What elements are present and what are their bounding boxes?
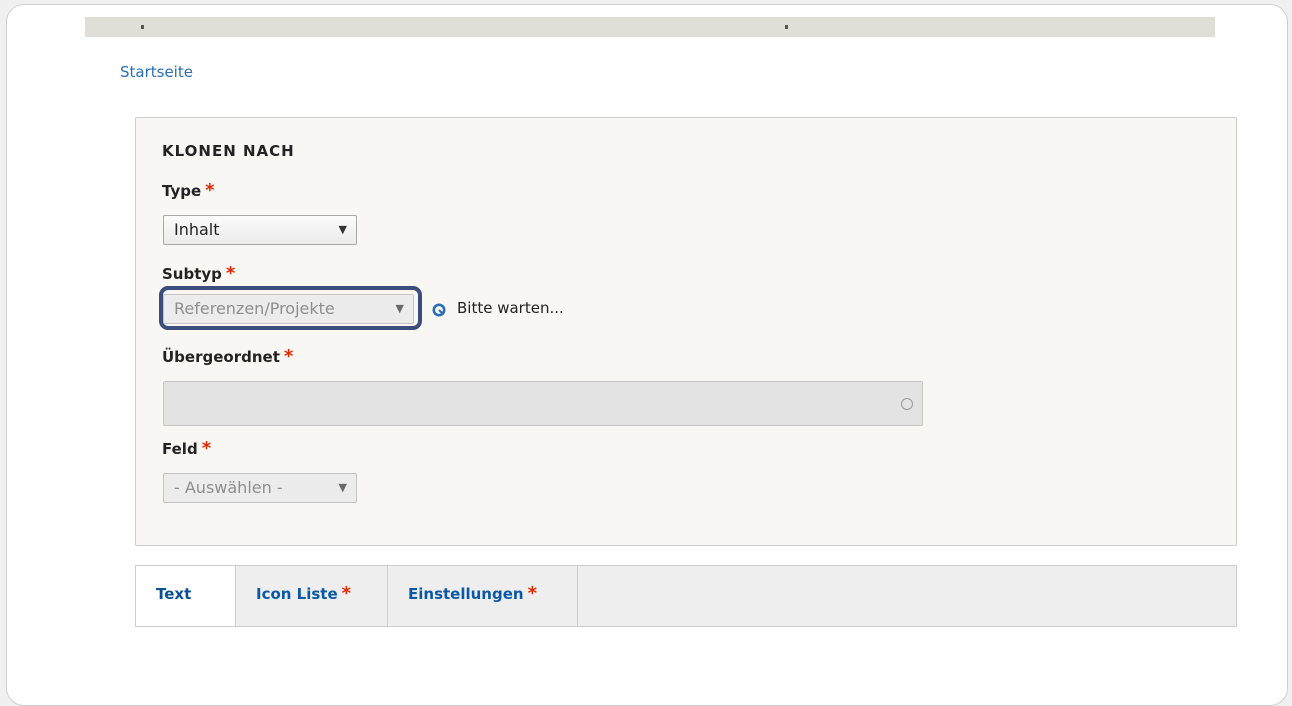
subtype-select[interactable]: Referenzen/Projekte ▼ bbox=[163, 294, 414, 324]
type-label-text: Type bbox=[162, 182, 202, 200]
parent-label: Übergeordnet * bbox=[162, 346, 293, 367]
type-select-value: Inhalt bbox=[174, 220, 220, 239]
field-select-value: - Auswählen - bbox=[174, 478, 283, 497]
subtype-label-text: Subtyp bbox=[162, 265, 222, 283]
required-marker: * bbox=[205, 180, 215, 201]
required-marker: * bbox=[225, 263, 236, 284]
top-banner bbox=[85, 17, 1215, 37]
tab-icon-liste[interactable]: Icon Liste * bbox=[236, 566, 388, 626]
banner-mark bbox=[141, 25, 144, 29]
required-marker: * bbox=[527, 583, 537, 604]
parent-autocomplete-input[interactable] bbox=[163, 381, 923, 426]
banner-mark bbox=[785, 25, 788, 29]
subtype-select-value: Referenzen/Projekte bbox=[174, 299, 335, 318]
required-marker: * bbox=[201, 438, 212, 459]
throbber-message: Bitte warten... bbox=[457, 299, 564, 317]
browser-frame: Startseite KLONEN NACH Type * Inhalt ▼ Su… bbox=[6, 4, 1288, 706]
type-label: Type * bbox=[162, 180, 215, 201]
parent-label-text: Übergeordnet bbox=[162, 348, 280, 366]
tab-label: Einstellungen bbox=[408, 585, 524, 603]
type-select[interactable]: Inhalt ▼ bbox=[163, 215, 357, 245]
breadcrumb-home-link[interactable]: Startseite bbox=[120, 63, 193, 81]
field-select[interactable]: - Auswählen - ▼ bbox=[163, 473, 357, 503]
caret-down-icon: ▼ bbox=[338, 481, 347, 494]
tab-label: Icon Liste bbox=[256, 585, 338, 603]
caret-down-icon: ▼ bbox=[338, 223, 347, 236]
field-label-text: Feld bbox=[162, 440, 198, 458]
required-marker: * bbox=[283, 346, 294, 367]
autocomplete-circle-icon bbox=[901, 398, 913, 410]
field-label: Feld * bbox=[162, 438, 211, 459]
tab-text[interactable]: Text bbox=[136, 566, 236, 626]
fieldset-legend: KLONEN NACH bbox=[162, 142, 295, 160]
tab-label: Text bbox=[156, 585, 192, 603]
required-marker: * bbox=[341, 583, 352, 604]
vertical-tabs: Text Icon Liste * Einstellungen * bbox=[135, 565, 1237, 627]
tab-einstellungen[interactable]: Einstellungen * bbox=[388, 566, 578, 626]
loading-spinner-icon bbox=[432, 303, 446, 317]
caret-down-icon: ▼ bbox=[395, 302, 404, 315]
clone-to-fieldset: KLONEN NACH Type * Inhalt ▼ Subtyp * Refer… bbox=[135, 117, 1237, 546]
subtype-label: Subtyp * bbox=[162, 263, 235, 284]
